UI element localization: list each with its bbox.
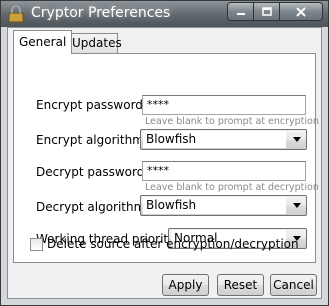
close-button[interactable] <box>280 2 323 21</box>
window-controls <box>227 2 323 21</box>
reset-button[interactable]: Reset <box>217 274 264 296</box>
encrypt-algorithm-select[interactable]: Blowfish <box>140 129 307 150</box>
preferences-window: Cryptor Preferences General Updates Encr… <box>0 0 329 306</box>
tab-updates[interactable]: Updates <box>66 33 122 53</box>
title-bar[interactable]: Cryptor Preferences <box>1 1 328 27</box>
maximize-icon <box>261 6 272 16</box>
tab-general[interactable]: General <box>13 30 73 54</box>
close-icon <box>296 6 306 17</box>
decrypt-algorithm-value: Blowfish <box>143 197 286 214</box>
decrypt-algorithm-label: Decrypt algorithm : <box>36 200 154 214</box>
apply-button[interactable]: Apply <box>162 274 209 296</box>
encrypt-password-field[interactable]: **** <box>142 95 306 115</box>
cancel-button[interactable]: Cancel <box>270 274 317 296</box>
encrypt-password-label: Encrypt password : <box>36 98 151 112</box>
general-panel: Encrypt password : **** Leave blank to p… <box>13 53 319 263</box>
minimize-icon <box>236 12 245 15</box>
encrypt-algorithm-label: Encrypt algorithm : <box>36 133 152 147</box>
window-title: Cryptor Preferences <box>31 5 171 21</box>
decrypt-password-hint: Leave blank to prompt at decryption <box>145 182 319 193</box>
encrypt-password-hint: Leave blank to prompt at encryption <box>145 116 319 127</box>
cryptor-app-icon <box>8 5 24 23</box>
encrypt-algorithm-value: Blowfish <box>143 131 286 148</box>
delete-source-checkbox[interactable] <box>30 238 43 251</box>
chevron-down-icon <box>293 203 301 208</box>
maximize-button[interactable] <box>254 2 280 21</box>
delete-source-label: Delete source after encryption/decryptio… <box>47 237 299 251</box>
decrypt-password-label: Decrypt password : <box>36 165 153 179</box>
dialog-client-area: General Updates Encrypt password : **** … <box>7 27 322 299</box>
decrypt-password-field[interactable]: **** <box>142 161 306 181</box>
minimize-button[interactable] <box>227 2 254 21</box>
decrypt-algorithm-select[interactable]: Blowfish <box>140 195 307 216</box>
chevron-down-icon <box>293 137 301 142</box>
